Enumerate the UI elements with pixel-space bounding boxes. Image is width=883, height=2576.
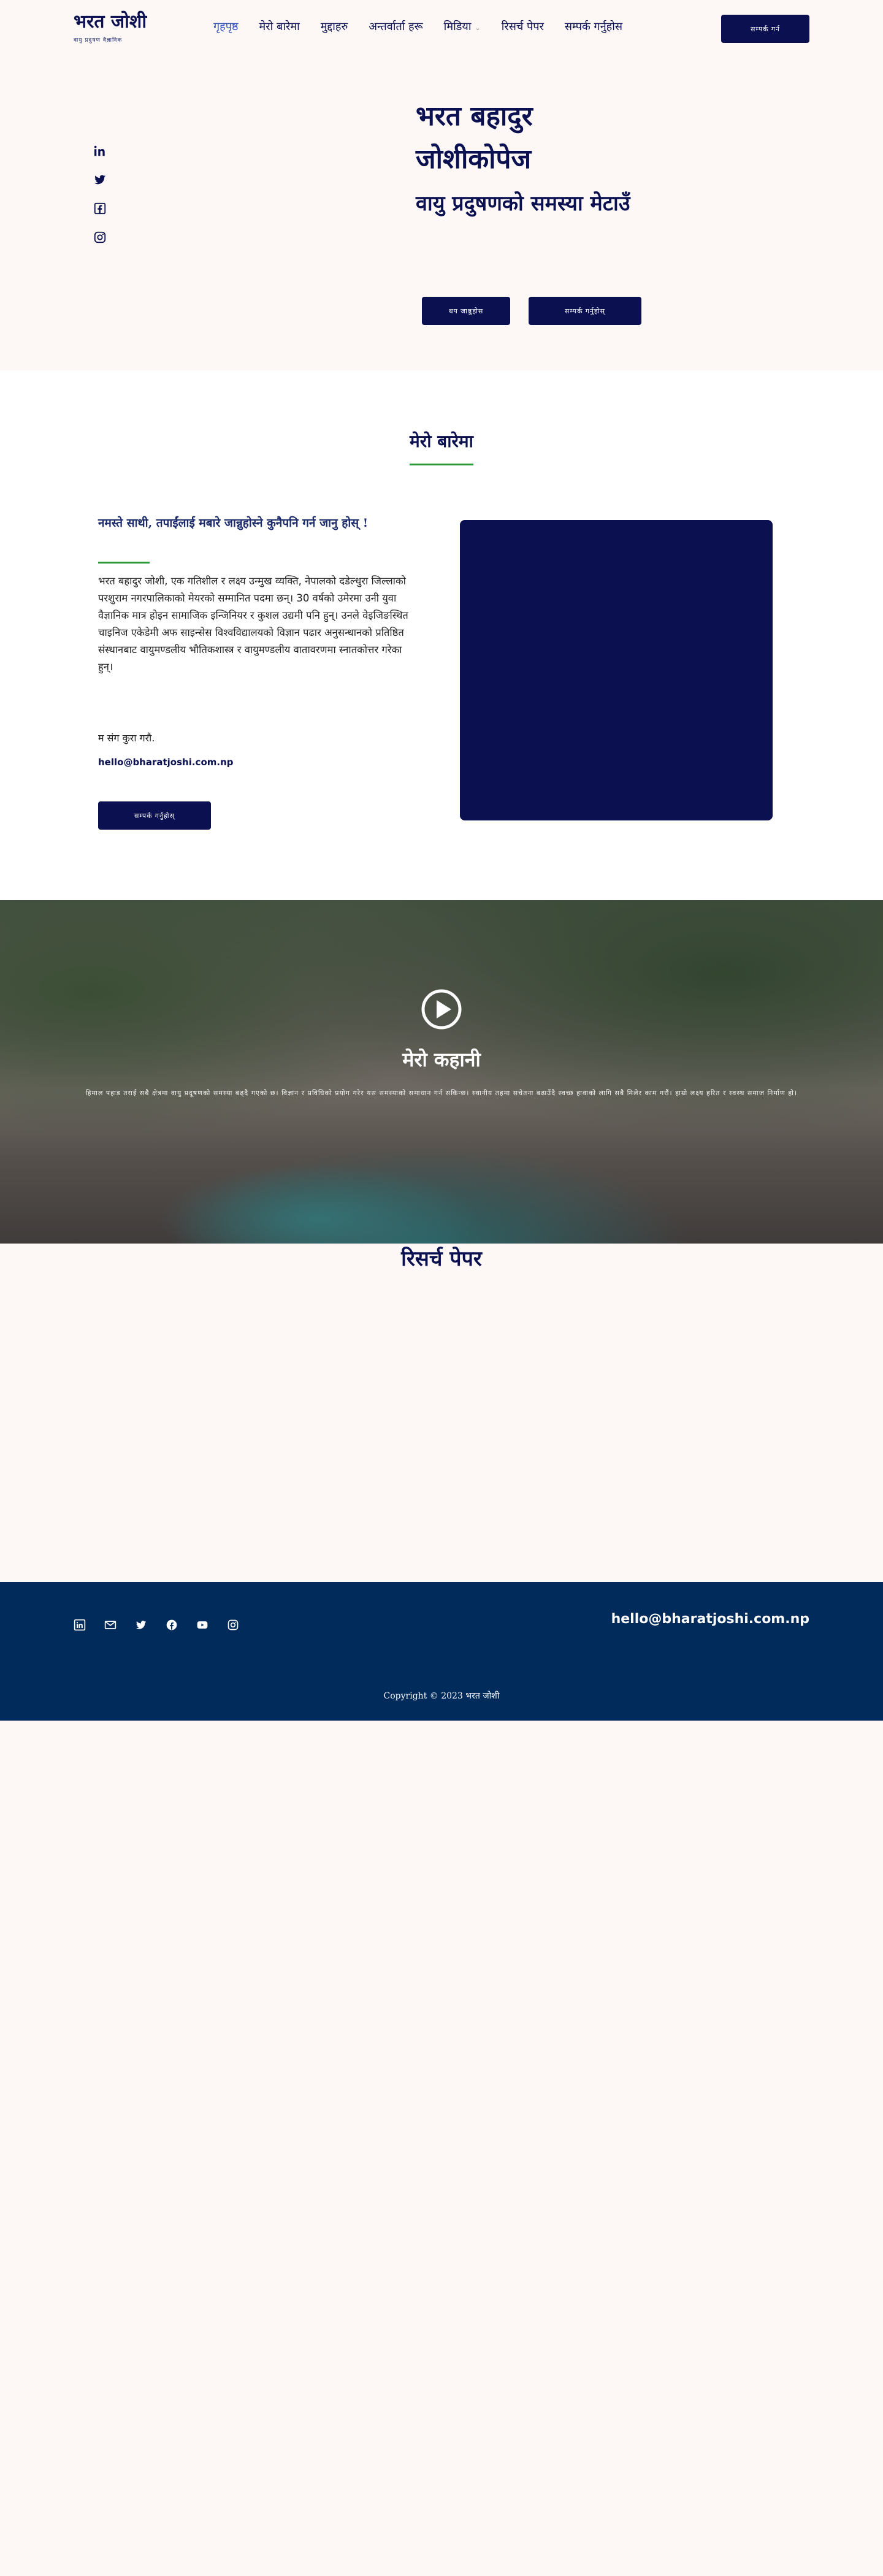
twitter-icon[interactable]	[135, 1619, 147, 1631]
twitter-icon[interactable]	[93, 173, 107, 186]
nav-item-issues[interactable]: मुद्दाहरु	[321, 19, 348, 34]
story-text: हिमाल पहाड़ तराई सबै क्षेत्रमा वायु प्रद…	[85, 1089, 798, 1097]
brand-tagline: वायु प्रदुषण वैज्ञानिक	[74, 37, 123, 44]
hero-title-line1: भरत बहादुर	[416, 101, 533, 132]
facebook-icon[interactable]	[93, 202, 107, 215]
play-icon[interactable]	[421, 988, 462, 1030]
chevron-down-icon: ⌄	[475, 24, 481, 32]
hero-subtitle: वायु प्रदुषण​को समस्या मेटाउँ	[416, 191, 630, 216]
nav-item-interviews[interactable]: अन्तर्वार्ता हरू	[369, 19, 422, 34]
hero-section: भरत बहादुर जोशीकोपेज वायु प्रदुषण​को समस…	[0, 61, 883, 370]
brand-title[interactable]: भरत जोशी	[74, 11, 147, 33]
site-header: भरत जोशी वायु प्रदुषण वैज्ञानिक गृहपृष्ठ…	[0, 0, 883, 61]
site-footer: hello@bharatjoshi.com.np Copyright © 202…	[0, 1582, 883, 1721]
hero-title: भरत बहादुर जोशीकोपेज	[416, 95, 686, 181]
hero-social-links	[93, 144, 107, 244]
research-section-title: रिसर्च पेपर	[401, 1247, 482, 1271]
about-email-link[interactable]: hello@bharatjoshi.com.np	[98, 757, 234, 768]
nav-item-media[interactable]: मिडिया ⌄	[444, 19, 481, 34]
about-heading: नमस्ते साथी, तपाईंलाई म​बारे जान्नुहोस्न…	[98, 516, 369, 530]
about-contact-button[interactable]: सम्पर्क गर्नुहोस्	[98, 801, 211, 830]
nav-item-home[interactable]: गृहपृष्ठ	[213, 19, 239, 34]
about-section-title: मेरो बारेमा	[410, 431, 473, 451]
linkedin-icon[interactable]	[74, 1619, 86, 1631]
instagram-icon[interactable]	[93, 231, 107, 244]
nav-item-about[interactable]: मेरो बारेमा	[259, 19, 300, 34]
brand[interactable]: भरत जोशी वायु प्रदुषण वैज्ञानिक	[74, 11, 147, 44]
about-media-placeholder	[460, 520, 773, 820]
hero-contact-button[interactable]: सम्पर्क गर्नुहोस्	[529, 297, 641, 325]
nav-item-contact[interactable]: सम्पर्क गर्नुहोस	[565, 19, 622, 34]
story-video-section: मेरो कहानी हिमाल पहाड़ तराई सबै क्षेत्रम…	[0, 900, 883, 1244]
facebook-icon[interactable]	[166, 1619, 178, 1631]
learn-more-button[interactable]: थप जान्नुहोस	[422, 297, 510, 325]
youtube-icon[interactable]	[196, 1619, 208, 1631]
main-nav: गृहपृष्ठ मेरो बारेमा मुद्दाहरु अन्तर्वार…	[213, 19, 622, 34]
nav-item-research[interactable]: रिसर्च पेपर	[502, 19, 544, 34]
footer-email-link[interactable]: hello@bharatjoshi.com.np	[611, 1611, 809, 1627]
about-heading-underline	[98, 562, 150, 564]
mail-icon[interactable]	[104, 1619, 117, 1631]
about-tail-text: म संग कुरा गरौ.	[98, 732, 155, 744]
copyright-text: Copyright © 2023 भरत जोशी	[383, 1691, 500, 1701]
about-section: मेरो बारेमा नमस्ते साथी, तपाईंलाई म​बारे…	[0, 370, 883, 900]
linkedin-icon[interactable]	[93, 144, 107, 158]
story-title: मेरो कहानी	[402, 1048, 481, 1071]
instagram-icon[interactable]	[227, 1619, 239, 1631]
header-contact-button[interactable]: सम्पर्क गर्न	[721, 15, 809, 43]
nav-item-media-label: मिडिया	[443, 20, 472, 33]
about-body-text: भरत बहादुर जोशी, एक गतिशील र लक्ष्य उन्म…	[98, 575, 408, 673]
about-title-underline	[410, 464, 473, 465]
research-section: रिसर्च पेपर	[0, 1244, 883, 1582]
hero-title-line2: जोशीकोपेज	[416, 143, 532, 175]
footer-social-links	[74, 1619, 239, 1631]
